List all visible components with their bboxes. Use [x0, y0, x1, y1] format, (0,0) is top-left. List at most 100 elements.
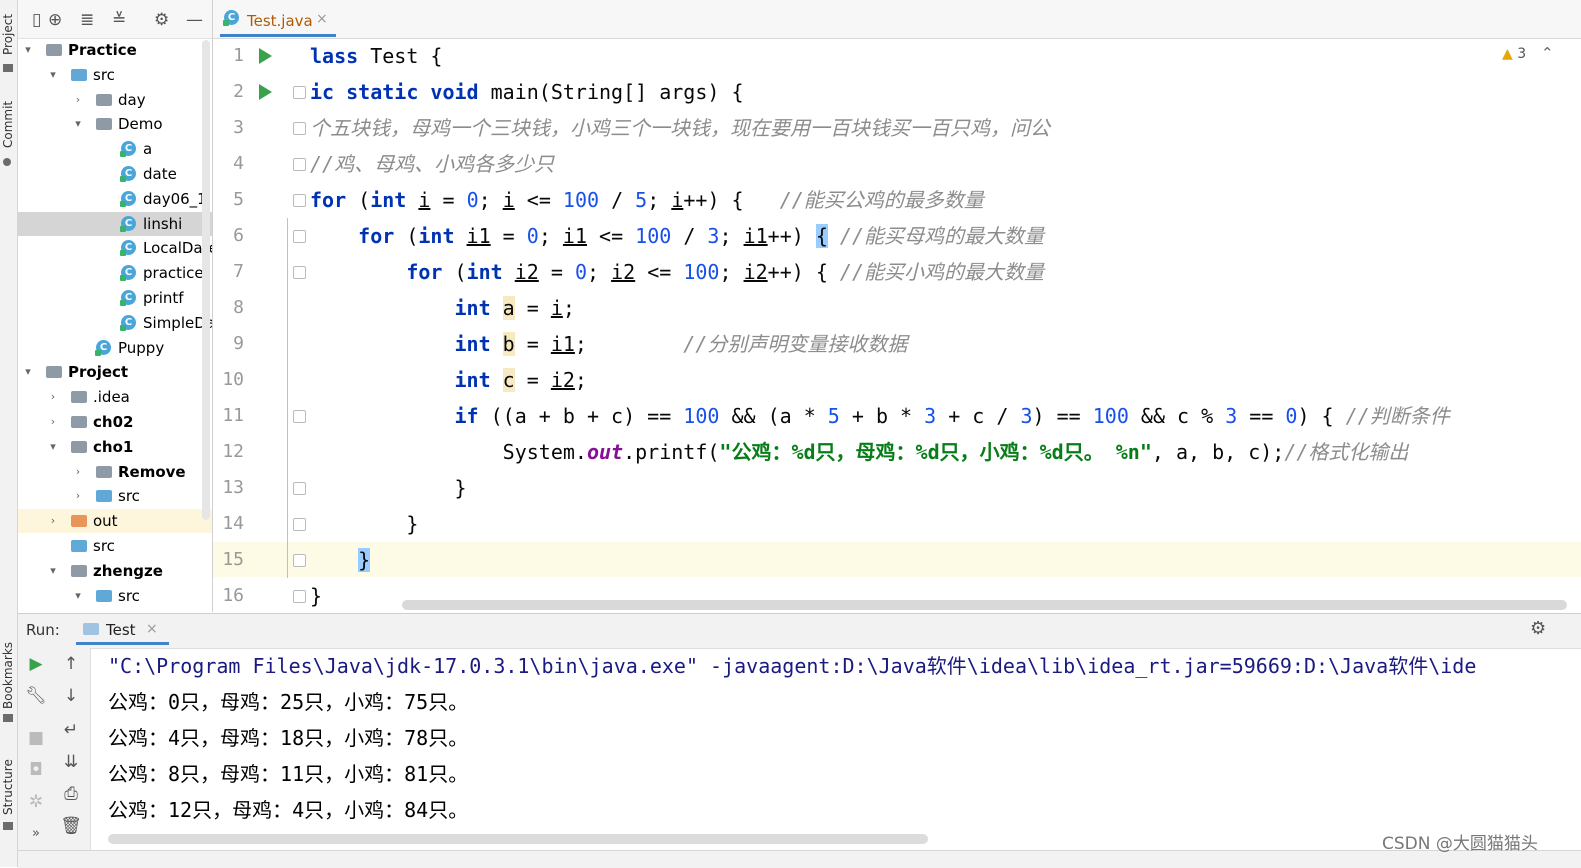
wrench-icon[interactable]: 🔧︎ — [24, 686, 48, 706]
console-horizontal-scrollbar[interactable] — [108, 834, 928, 844]
fold-marker-icon[interactable] — [293, 482, 306, 495]
commit-tool-tab[interactable]: Commit — [0, 98, 17, 150]
tree-item[interactable]: C LocalDate — [18, 236, 212, 260]
tree-item[interactable]: C SimpleDa — [18, 311, 212, 335]
tree-item[interactable]: Cpractice — [18, 261, 212, 285]
chevron-right-icon[interactable]: › — [72, 460, 84, 484]
close-icon[interactable]: × — [146, 621, 158, 637]
soft-wrap-icon[interactable]: ↵ — [59, 720, 83, 740]
structure-tool-tab[interactable]: Structure — [0, 756, 17, 818]
structure-icon[interactable] — [3, 822, 13, 830]
chevron-down-icon[interactable]: ▾ — [72, 584, 84, 608]
tree-item[interactable]: Cprintf — [18, 286, 212, 310]
code-token: ( — [454, 260, 467, 284]
fold-marker-icon[interactable] — [293, 410, 306, 423]
editor-horizontal-scrollbar[interactable] — [402, 600, 1567, 610]
rerun-icon[interactable]: ▶ — [24, 654, 48, 674]
chevron-down-icon[interactable]: ▾ — [47, 559, 59, 583]
code-line: int c = i2; — [310, 362, 587, 398]
code-token: 100 — [1092, 404, 1129, 428]
chevron-down-icon[interactable]: ▾ — [47, 435, 59, 459]
tree-item[interactable]: › src — [18, 484, 212, 508]
warning-icon: ▲ — [1502, 46, 1513, 62]
chevron-up-icon[interactable]: ⌃ — [1541, 44, 1554, 62]
chevron-down-icon[interactable]: ▾ — [22, 360, 34, 384]
code-token: && (a * — [719, 404, 828, 428]
locate-icon[interactable]: ⊕ — [48, 10, 62, 30]
settings-icon[interactable]: ✲ — [24, 792, 48, 812]
bookmarks-tool-tab[interactable]: Bookmarks — [0, 640, 17, 710]
code-token: 0 — [574, 260, 587, 284]
code-token: i — [418, 188, 431, 212]
chevron-right-icon[interactable]: › — [47, 509, 59, 533]
tree-item[interactable]: › .idea — [18, 385, 212, 409]
tree-item[interactable]: C Puppy — [18, 336, 212, 360]
run-icon[interactable] — [259, 84, 272, 100]
tree-item[interactable]: ▾ Demo — [18, 112, 212, 136]
project-tool-tab[interactable]: Project — [0, 8, 17, 60]
fold-marker-icon[interactable] — [293, 266, 306, 279]
fold-marker-icon[interactable] — [293, 554, 306, 567]
inspection-widget[interactable]: ▲ 3 — [1502, 46, 1526, 62]
bookmark-icon[interactable] — [3, 714, 13, 722]
line-number: 3 — [233, 117, 244, 138]
more-icon[interactable]: » — [24, 826, 48, 841]
tree-item[interactable]: ▾ Project — [18, 360, 212, 384]
line-number: 13 — [222, 477, 244, 498]
code-token: / — [671, 224, 708, 248]
chevron-down-icon[interactable]: ▾ — [72, 112, 84, 136]
tree-item[interactable]: › day — [18, 88, 212, 112]
code-token: 3 — [1020, 404, 1033, 428]
fold-marker-icon[interactable] — [293, 230, 306, 243]
tree-item[interactable]: Clinshi — [18, 211, 212, 236]
code-token: ; — [574, 332, 684, 356]
tree-item[interactable]: Ca — [18, 137, 212, 161]
fold-marker-icon[interactable] — [293, 122, 306, 135]
expand-all-icon[interactable]: ≣ — [80, 10, 94, 30]
code-line: 个五块钱，母鸡一个三块钱，小鸡三个一块钱，现在要用一百块钱买一百只鸡，问公 — [310, 110, 1050, 146]
tree-item[interactable]: ▾ src — [18, 584, 212, 608]
fold-marker-icon[interactable] — [293, 590, 306, 603]
panel-split-icon[interactable]: ▯ — [32, 10, 41, 30]
gear-icon[interactable]: ⚙ — [1530, 618, 1546, 639]
tree-item[interactable]: Cday06_1 — [18, 187, 212, 211]
chevron-right-icon[interactable]: › — [47, 385, 59, 409]
chevron-right-icon[interactable]: › — [47, 410, 59, 434]
tree-item[interactable]: Cdate — [18, 162, 212, 186]
hide-icon[interactable]: — — [186, 10, 203, 30]
code-line: //鸡、母鸡、小鸡各多少只 — [310, 146, 554, 182]
close-icon[interactable]: × — [316, 11, 328, 27]
folder-icon — [71, 540, 87, 552]
collapse-all-icon[interactable]: ≚ — [112, 10, 126, 30]
project-tool-icon[interactable] — [3, 64, 13, 72]
run-icon[interactable] — [259, 48, 272, 64]
tree-item[interactable]: › Remove — [18, 460, 212, 484]
code-token: ++) — [767, 224, 816, 248]
fold-marker-icon[interactable] — [293, 194, 306, 207]
project-scrollbar[interactable] — [202, 40, 210, 520]
print-icon[interactable]: ⎙ — [59, 784, 83, 804]
chevron-right-icon[interactable]: › — [72, 88, 84, 112]
tree-item[interactable]: › out — [18, 509, 212, 534]
chevron-right-icon[interactable]: › — [72, 484, 84, 508]
camera-icon[interactable]: ◘ — [24, 760, 48, 780]
arrow-up-icon[interactable]: ↑ — [59, 654, 83, 674]
code-token: } — [310, 476, 467, 500]
tree-item[interactable]: ▾ zhengze — [18, 559, 212, 583]
tree-item[interactable]: src — [18, 534, 212, 558]
fold-marker-icon[interactable] — [293, 158, 306, 171]
tree-item[interactable]: ▾ src — [18, 63, 212, 87]
stop-icon[interactable]: ■ — [24, 728, 48, 748]
fold-marker-icon[interactable] — [293, 86, 306, 99]
tree-item[interactable]: ▾ cho1 — [18, 435, 212, 459]
gear-icon[interactable]: ⚙ — [154, 10, 169, 30]
chevron-down-icon[interactable]: ▾ — [22, 38, 34, 62]
scroll-to-end-icon[interactable]: ⇊ — [59, 752, 83, 772]
fold-marker-icon[interactable] — [293, 518, 306, 531]
arrow-down-icon[interactable]: ↓ — [59, 686, 83, 706]
tree-item[interactable]: › ch02 — [18, 410, 212, 434]
commit-icon[interactable] — [3, 158, 11, 166]
tree-item[interactable]: ▾ Practice — [18, 38, 212, 62]
chevron-down-icon[interactable]: ▾ — [47, 63, 59, 87]
trash-icon[interactable]: 🗑︎ — [59, 816, 83, 836]
